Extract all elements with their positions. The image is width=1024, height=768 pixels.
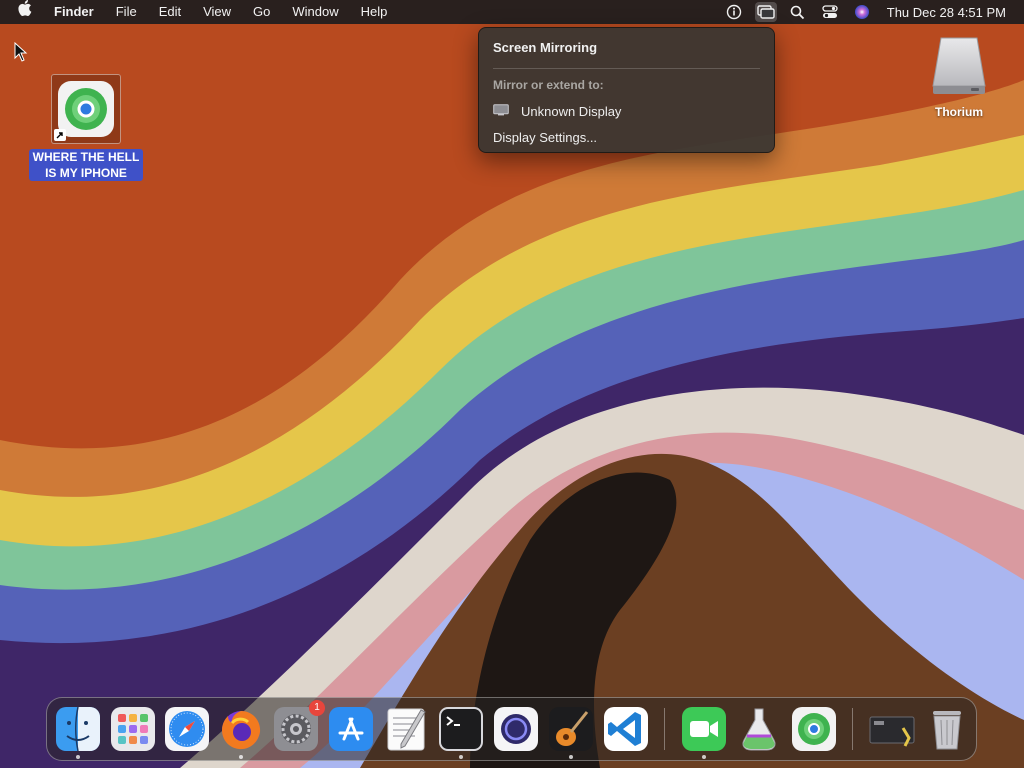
menu-section-header: Mirror or extend to:: [493, 78, 604, 92]
control-center-icon[interactable]: [819, 2, 841, 22]
dock-automator[interactable]: [736, 706, 782, 752]
dock-trash[interactable]: [924, 706, 970, 752]
menu-window[interactable]: Window: [292, 0, 338, 24]
siri-icon[interactable]: [851, 2, 873, 22]
finder-icon: [56, 706, 100, 752]
screen-mirroring-icon[interactable]: [754, 2, 777, 22]
dock-system-settings[interactable]: 1: [273, 700, 325, 752]
dock-textedit[interactable]: [383, 706, 429, 752]
launchpad-icon: [111, 707, 155, 751]
accessibility-icon[interactable]: [723, 2, 745, 22]
dock-separator: [852, 708, 853, 750]
firefox-icon: [222, 711, 261, 750]
desktop-icon-label: Thorium: [935, 105, 983, 119]
trash-icon: [933, 711, 961, 750]
dock-screen-mirroring[interactable]: [493, 706, 539, 752]
menu-edit[interactable]: Edit: [159, 0, 181, 24]
dock-facetime[interactable]: [681, 706, 727, 759]
screen-recorder-icon: [494, 707, 538, 751]
dock: 1: [46, 697, 977, 761]
unknown-display-label: Unknown Display: [521, 104, 622, 119]
notification-badge: 1: [309, 700, 325, 716]
vscode-icon: [604, 707, 648, 751]
dock-vscode[interactable]: [603, 706, 649, 752]
dock-separator: [664, 708, 665, 750]
alias-arrow-icon: [54, 129, 66, 141]
desktop-icon-label: WHERE THE HELL IS MY IPHONE: [29, 149, 143, 181]
dock-script-editor[interactable]: [869, 706, 915, 752]
dock-findmy[interactable]: [791, 706, 837, 752]
menu-bar-clock[interactable]: Thu Dec 28 4:51 PM: [887, 5, 1006, 20]
dock-launchpad[interactable]: [110, 706, 156, 752]
running-indicator: [459, 755, 463, 759]
facetime-camera-icon: [682, 707, 726, 751]
running-indicator: [702, 755, 706, 759]
running-indicator: [569, 755, 573, 759]
display-icon: [493, 104, 509, 119]
dock-app-store[interactable]: [328, 706, 374, 752]
display-settings-item[interactable]: Display Settings...: [493, 130, 597, 145]
textedit-icon: [387, 708, 426, 751]
menu-title: Screen Mirroring: [493, 40, 598, 55]
running-indicator: [76, 755, 80, 759]
dock-firefox[interactable]: [218, 706, 264, 759]
findmy-icon: [792, 707, 836, 751]
screen-mirroring-menu: Screen Mirroring Mirror or extend to: Un…: [478, 27, 775, 153]
potion-flask-icon: [742, 708, 776, 751]
dock-terminal[interactable]: [438, 706, 484, 759]
apple-menu-icon[interactable]: [18, 0, 32, 24]
external-drive-icon: [932, 37, 986, 94]
desktop-icon-findmy[interactable]: WHERE THE HELL IS MY IPHONE: [26, 74, 146, 182]
terminal-icon: [439, 707, 483, 751]
desktop-icon-thorium[interactable]: Thorium: [918, 34, 1000, 119]
menu-divider: [493, 68, 760, 69]
findmy-icon-frame: [51, 74, 121, 144]
safari-compass-icon: [165, 707, 209, 751]
script-editor-icon: [869, 716, 915, 747]
app-menu-finder[interactable]: Finder: [54, 0, 94, 24]
menu-go[interactable]: Go: [253, 0, 270, 24]
dock-garageband[interactable]: [548, 706, 594, 759]
guitar-icon: [549, 707, 593, 751]
running-indicator: [239, 755, 243, 759]
mouse-pointer-icon: [14, 42, 28, 62]
dock-finder[interactable]: [55, 706, 101, 759]
menu-help[interactable]: Help: [361, 0, 388, 24]
spotlight-search-icon[interactable]: [787, 2, 809, 22]
unknown-display-item[interactable]: Unknown Display: [493, 104, 621, 119]
menu-view[interactable]: View: [203, 0, 231, 24]
menu-file[interactable]: File: [116, 0, 137, 24]
menu-bar: Finder File Edit View Go Window Help Thu…: [0, 0, 1024, 24]
app-store-icon: [329, 707, 373, 751]
dock-safari[interactable]: [164, 706, 210, 752]
